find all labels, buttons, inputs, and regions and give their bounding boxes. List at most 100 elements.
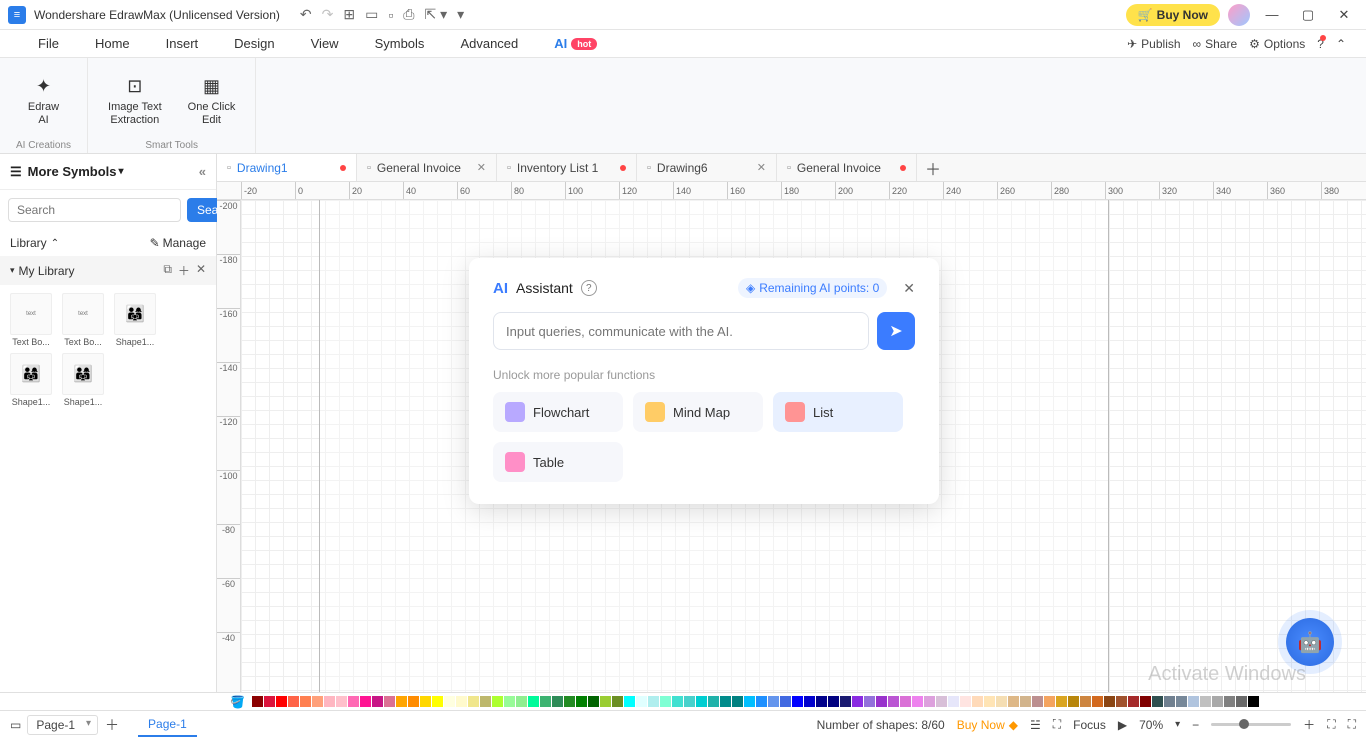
color-swatch[interactable]	[1188, 696, 1199, 707]
color-swatch[interactable]	[984, 696, 995, 707]
color-swatch[interactable]	[972, 696, 983, 707]
color-swatch[interactable]	[828, 696, 839, 707]
print-icon[interactable]: ⎙	[403, 6, 414, 23]
buy-now-button[interactable]: 🛒 Buy Now	[1126, 4, 1220, 26]
color-swatch[interactable]	[696, 696, 707, 707]
color-swatch[interactable]	[600, 696, 611, 707]
close-tab-icon[interactable]: ✕	[477, 161, 486, 174]
fullscreen-icon[interactable]: ⛶	[1348, 717, 1356, 732]
page-layout-icon[interactable]: ▭	[10, 718, 21, 732]
user-avatar[interactable]	[1228, 4, 1250, 26]
color-swatch[interactable]	[648, 696, 659, 707]
plus-icon[interactable]: ＋	[178, 262, 190, 279]
minimize-button[interactable]: ―	[1258, 1, 1286, 29]
add-tab-button[interactable]: ＋	[917, 154, 949, 181]
color-swatch[interactable]	[444, 696, 455, 707]
menu-ai[interactable]: AI hot	[536, 30, 615, 57]
color-swatch[interactable]	[528, 696, 539, 707]
zoom-slider[interactable]	[1211, 723, 1291, 726]
color-swatch[interactable]	[852, 696, 863, 707]
ai-points-badge[interactable]: ◈ Remaining AI points: 0	[738, 278, 887, 298]
color-swatch[interactable]	[516, 696, 527, 707]
color-swatch[interactable]	[372, 696, 383, 707]
color-swatch[interactable]	[612, 696, 623, 707]
color-swatch[interactable]	[672, 696, 683, 707]
color-swatch[interactable]	[384, 696, 395, 707]
color-swatch[interactable]	[1200, 696, 1211, 707]
color-swatch[interactable]	[324, 696, 335, 707]
floating-ai-button[interactable]: 🤖	[1286, 618, 1334, 666]
save-icon[interactable]: ▫	[388, 7, 393, 23]
collapse-ribbon-button[interactable]: ⌃	[1336, 37, 1346, 51]
shape-item[interactable]: textText Bo...	[8, 293, 54, 347]
doc-tab-drawing1[interactable]: ▫Drawing1	[217, 154, 357, 181]
color-swatch[interactable]	[660, 696, 671, 707]
color-swatch[interactable]	[504, 696, 515, 707]
add-page-button[interactable]: ＋	[102, 715, 122, 735]
color-swatch[interactable]	[564, 696, 575, 707]
ai-func-mindmap[interactable]: Mind Map	[633, 392, 763, 432]
color-swatch[interactable]	[456, 696, 467, 707]
ai-func-table[interactable]: Table	[493, 442, 623, 482]
color-swatch[interactable]	[1248, 696, 1259, 707]
edraw-ai-button[interactable]: ✦ Edraw AI	[24, 64, 63, 138]
color-swatch[interactable]	[720, 696, 731, 707]
color-swatch[interactable]	[540, 696, 551, 707]
fill-bucket-icon[interactable]: 🪣	[230, 695, 245, 709]
color-swatch[interactable]	[1008, 696, 1019, 707]
color-swatch[interactable]	[276, 696, 287, 707]
color-swatch[interactable]	[684, 696, 695, 707]
color-swatch[interactable]	[468, 696, 479, 707]
canvas[interactable]: AI Assistant ? ◈ Remaining AI points: 0 …	[241, 200, 1366, 692]
color-swatch[interactable]	[912, 696, 923, 707]
zoom-out-button[interactable]: −	[1192, 718, 1199, 732]
color-swatch[interactable]	[1080, 696, 1091, 707]
menu-design[interactable]: Design	[216, 30, 292, 57]
color-swatch[interactable]	[1164, 696, 1175, 707]
new-icon[interactable]: ⊞	[343, 6, 355, 23]
color-swatch[interactable]	[792, 696, 803, 707]
zoom-dropdown-icon[interactable]: ▾	[1175, 719, 1180, 730]
collapse-sidebar-icon[interactable]: «	[199, 164, 206, 179]
color-swatch[interactable]	[588, 696, 599, 707]
color-swatch[interactable]	[780, 696, 791, 707]
color-swatch[interactable]	[840, 696, 851, 707]
color-swatch[interactable]	[1128, 696, 1139, 707]
color-swatch[interactable]	[420, 696, 431, 707]
color-swatch[interactable]	[1140, 696, 1151, 707]
color-swatch[interactable]	[264, 696, 275, 707]
publish-button[interactable]: ✈Publish	[1127, 37, 1180, 51]
color-swatch[interactable]	[396, 696, 407, 707]
menu-file[interactable]: File	[20, 30, 77, 57]
ai-query-input[interactable]	[493, 312, 869, 350]
chevron-up-icon[interactable]: ⌃	[51, 238, 59, 249]
color-swatch[interactable]	[888, 696, 899, 707]
color-swatch[interactable]	[300, 696, 311, 707]
one-click-edit-button[interactable]: ▦ One Click Edit	[184, 64, 240, 138]
color-swatch[interactable]	[960, 696, 971, 707]
color-swatch[interactable]	[552, 696, 563, 707]
color-swatch[interactable]	[876, 696, 887, 707]
help-icon[interactable]: ?	[581, 280, 597, 296]
presentation-icon[interactable]: ▶	[1118, 718, 1127, 732]
focus-button[interactable]: Focus	[1073, 718, 1106, 732]
color-swatch[interactable]	[360, 696, 371, 707]
color-swatch[interactable]	[408, 696, 419, 707]
zoom-in-button[interactable]: ＋	[1303, 716, 1315, 733]
ai-func-list[interactable]: List	[773, 392, 903, 432]
send-button[interactable]: ➤	[877, 312, 915, 350]
color-swatch[interactable]	[1092, 696, 1103, 707]
color-swatch[interactable]	[1176, 696, 1187, 707]
color-swatch[interactable]	[936, 696, 947, 707]
color-swatch[interactable]	[816, 696, 827, 707]
options-button[interactable]: ⚙Options	[1249, 37, 1305, 51]
manage-button[interactable]: ✎Manage	[150, 236, 206, 250]
ai-func-flowchart[interactable]: Flowchart	[493, 392, 623, 432]
color-swatch[interactable]	[492, 696, 503, 707]
color-swatch[interactable]	[624, 696, 635, 707]
color-swatch[interactable]	[732, 696, 743, 707]
color-swatch[interactable]	[708, 696, 719, 707]
shape-item[interactable]: 👨‍👩‍👧Shape1...	[8, 353, 54, 407]
color-swatch[interactable]	[1044, 696, 1055, 707]
color-swatch[interactable]	[1224, 696, 1235, 707]
